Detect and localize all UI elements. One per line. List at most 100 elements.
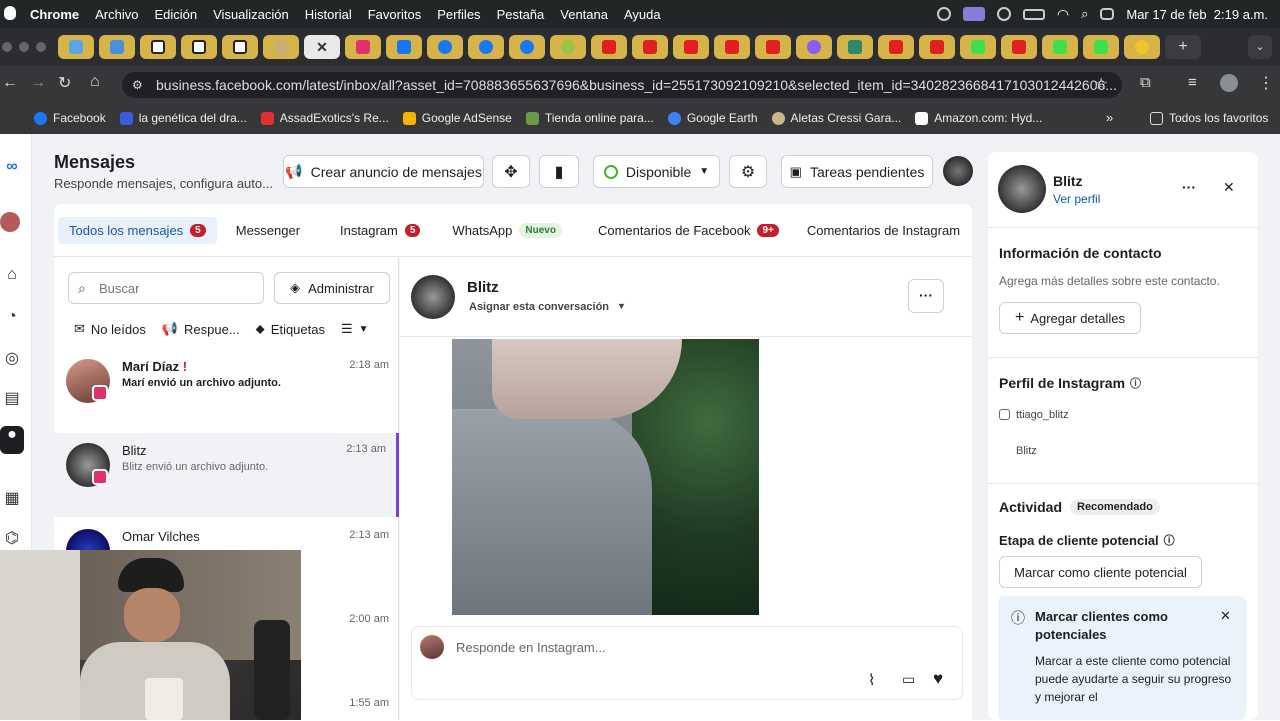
bookmark-google-earth[interactable]: Google Earth <box>667 111 758 125</box>
media-icon[interactable]: ≡ <box>1188 74 1197 91</box>
grid-icon[interactable]: ▦ <box>0 488 24 512</box>
settings-button[interactable]: ⚙ <box>729 155 767 188</box>
tab-instagram[interactable]: Instagram 5 <box>329 217 431 244</box>
tab-all-messages[interactable]: Todos los mensajes 5 <box>58 216 217 244</box>
browser-tab[interactable] <box>386 35 422 59</box>
mark-lead-button[interactable]: Marcar como cliente potencial <box>999 556 1202 588</box>
bookmark-amazon[interactable]: Amazon.com: Hyd... <box>915 111 1042 125</box>
tab-instagram-comments[interactable]: Comentarios de Instagram <box>796 217 971 244</box>
bookmark-star-icon[interactable]: ☆ <box>1094 74 1108 94</box>
menu-app-name[interactable]: Chrome <box>22 7 87 22</box>
browser-tab[interactable] <box>222 35 258 59</box>
filter-sliders[interactable]: ☰ ▼ <box>335 321 375 337</box>
url-bar[interactable]: ⚙ business.facebook.com/latest/inbox/all… <box>122 72 1122 98</box>
tab-facebook-comments[interactable]: Comentarios de Facebook 9+ <box>587 217 790 244</box>
browser-tab-active[interactable]: ✕ <box>304 35 340 59</box>
browser-tab[interactable] <box>960 35 996 59</box>
browser-tab[interactable] <box>837 35 873 59</box>
site-info-icon[interactable]: ⚙ <box>132 78 143 92</box>
bookmark-tienda[interactable]: Tienda online para... <box>525 111 654 125</box>
contact-more-icon[interactable]: ··· <box>1182 179 1196 195</box>
wifi-icon[interactable]: ◠ <box>1057 6 1069 23</box>
info-icon[interactable]: ⓘ <box>1130 375 1141 391</box>
browser-tab[interactable] <box>796 35 832 59</box>
control-center-icon[interactable] <box>1100 8 1115 20</box>
info-icon[interactable]: ⓘ <box>1164 532 1175 548</box>
search-input[interactable]: ⌕ Buscar <box>68 272 264 304</box>
browser-tab[interactable] <box>1042 35 1078 59</box>
menu-ventana[interactable]: Ventana <box>552 7 616 22</box>
browser-tab[interactable] <box>345 35 381 59</box>
meta-logo-icon[interactable]: ∞ <box>0 158 24 182</box>
close-tab-icon[interactable]: ✕ <box>316 39 328 56</box>
menu-archivo[interactable]: Archivo <box>87 7 146 22</box>
shared-image[interactable] <box>452 339 759 615</box>
page-avatar[interactable] <box>943 156 973 186</box>
saved-replies-icon[interactable]: ▭ <box>902 671 915 688</box>
browser-tab[interactable] <box>919 35 955 59</box>
extensions-icon[interactable]: ⧉ <box>1140 74 1151 91</box>
menu-edicion[interactable]: Edición <box>146 7 205 22</box>
browser-tab[interactable] <box>181 35 217 59</box>
apple-icon[interactable] <box>4 6 16 20</box>
message-composer[interactable]: Responde en Instagram... ⌇ ▭ ♥ <box>411 626 963 700</box>
attachment-icon[interactable]: ⌇ <box>868 671 875 689</box>
close-tip-icon[interactable]: ✕ <box>1220 608 1231 624</box>
back-icon[interactable]: ← <box>2 74 18 92</box>
heart-icon[interactable]: ♥ <box>933 669 943 689</box>
insights-button[interactable]: ▮ <box>539 155 579 188</box>
browser-tab[interactable] <box>99 35 135 59</box>
account-avatar-icon[interactable] <box>0 212 20 232</box>
bookmark-genetica[interactable]: la genética del dra... <box>119 111 247 125</box>
compass-icon[interactable]: ◎ <box>0 348 24 372</box>
pending-tasks-button[interactable]: ▣ Tareas pendientes <box>781 155 933 188</box>
home-nav-icon[interactable]: ⌂ <box>0 266 24 290</box>
view-profile-link[interactable]: Ver perfil <box>1053 192 1100 206</box>
bookmark-adsense[interactable]: Google AdSense <box>402 111 512 125</box>
window-dot-icon[interactable] <box>2 42 12 52</box>
reload-icon[interactable]: ↻ <box>58 73 71 93</box>
chat-avatar[interactable] <box>411 275 455 319</box>
browser-tab[interactable] <box>755 35 791 59</box>
spotlight-search-icon[interactable]: ⌕ <box>1081 6 1088 22</box>
filter-unread[interactable]: ✉ No leídos <box>68 321 152 337</box>
bookmark-assadexotics[interactable]: AssadExotics's Re... <box>260 111 389 125</box>
contact-avatar[interactable] <box>998 165 1046 213</box>
manage-button[interactable]: ◈ Administrar <box>274 272 390 304</box>
menu-ayuda[interactable]: Ayuda <box>616 7 669 22</box>
notifications-icon[interactable]: ◔ <box>0 308 24 332</box>
browser-tab[interactable] <box>58 35 94 59</box>
tab-whatsapp[interactable]: WhatsApp Nuevo <box>441 217 573 244</box>
filter-labels[interactable]: ⬥ Etiquetas <box>250 321 331 337</box>
forward-icon[interactable]: → <box>30 74 46 92</box>
status-icon-1[interactable] <box>936 7 951 21</box>
tag-nav-icon[interactable]: ⌬ <box>0 528 24 552</box>
filter-responses[interactable]: 📢 Respue... <box>156 321 246 337</box>
assign-conversation[interactable]: Asignar esta conversación ▼ <box>469 301 626 313</box>
chat-more-button[interactable]: ··· <box>908 279 944 313</box>
browser-tab[interactable] <box>878 35 914 59</box>
browser-tab[interactable] <box>591 35 627 59</box>
window-dot-icon[interactable] <box>36 42 46 52</box>
add-details-button[interactable]: + Agregar detalles <box>999 302 1141 334</box>
menu-favoritos[interactable]: Favoritos <box>360 7 429 22</box>
browser-tab[interactable] <box>140 35 176 59</box>
conversation-item-selected[interactable]: Blitz Blitz envió un archivo adjunto. 2:… <box>54 433 399 517</box>
menu-perfiles[interactable]: Perfiles <box>429 7 488 22</box>
menu-historial[interactable]: Historial <box>297 7 360 22</box>
menu-visualizacion[interactable]: Visualización <box>205 7 297 22</box>
chat-contact-name[interactable]: Blitz <box>467 279 499 296</box>
browser-tab[interactable] <box>509 35 545 59</box>
browser-tab[interactable] <box>673 35 709 59</box>
browser-tab[interactable] <box>468 35 504 59</box>
close-icon[interactable]: ✕ <box>1223 179 1235 196</box>
home-icon[interactable]: ⌂ <box>90 73 100 91</box>
automation-button[interactable]: ✥ <box>492 155 530 188</box>
create-ad-button[interactable]: 📢 Crear anuncio de mensajes <box>283 155 484 188</box>
status-dropdown[interactable]: Disponible ▼ <box>593 155 720 188</box>
browser-tab[interactable] <box>1083 35 1119 59</box>
play-icon[interactable] <box>996 7 1011 21</box>
bookmark-folder-all[interactable]: Todos los favoritos <box>1150 111 1268 125</box>
browser-tab[interactable] <box>632 35 668 59</box>
bookmark-aletas[interactable]: Aletas Cressi Gara... <box>771 111 901 125</box>
